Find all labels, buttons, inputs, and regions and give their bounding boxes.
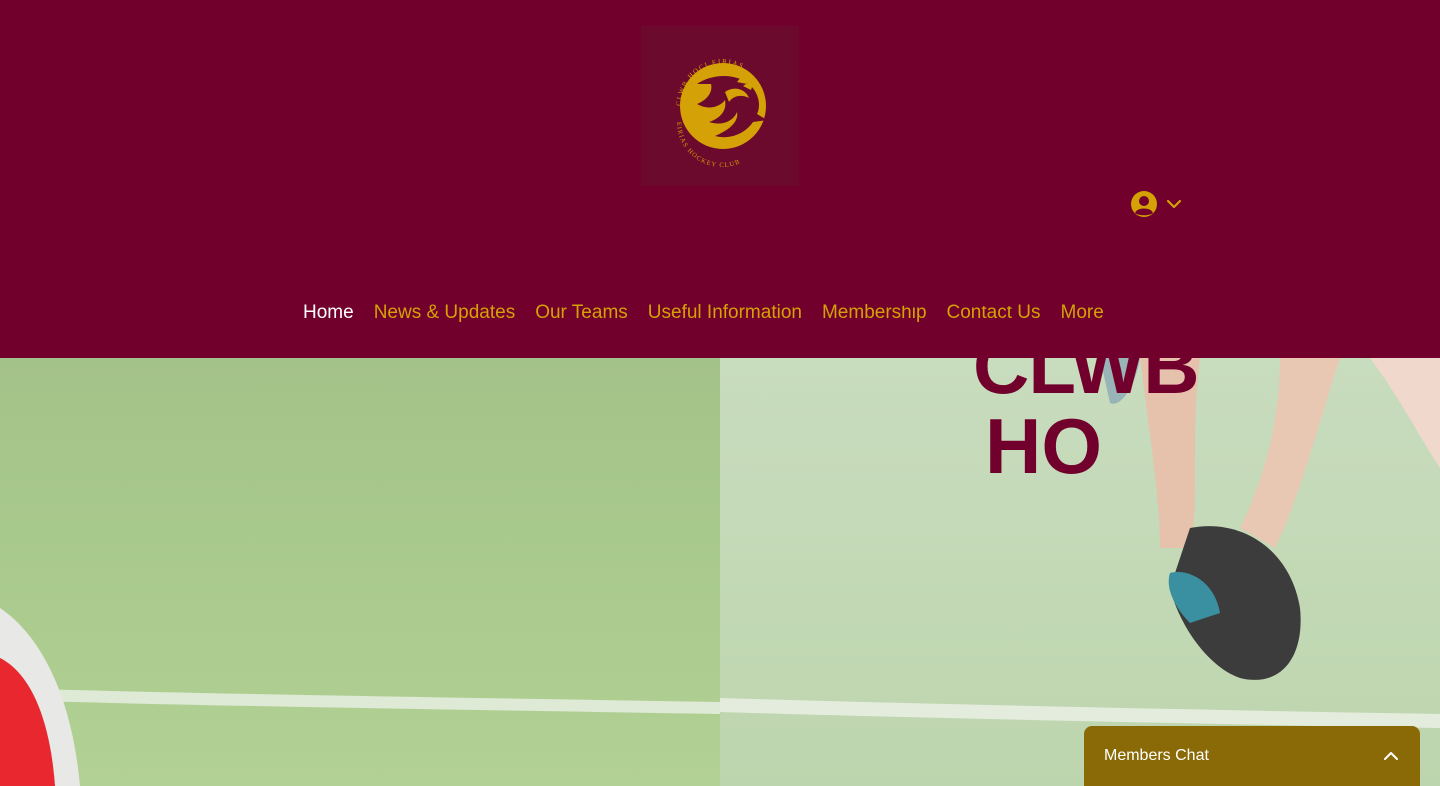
- nav-item-news-updates[interactable]: News & Updates: [364, 296, 526, 330]
- dragon-logo-icon: CLWB HOCI EIRIAS EIRIAS HOCKEY CLUB: [675, 58, 767, 169]
- user-avatar-icon[interactable]: [1130, 190, 1158, 218]
- hockey-pitch-image: [0, 608, 720, 786]
- nav-item-home[interactable]: Home: [293, 296, 364, 330]
- members-chat-widget[interactable]: Members Chat: [1084, 726, 1420, 786]
- hero-section: [0, 358, 1440, 786]
- hero-title-line2: HO: [985, 402, 1102, 490]
- nav-item-our-teams[interactable]: Our Teams: [525, 296, 638, 330]
- hero-title-line1: CLWB: [973, 322, 1200, 410]
- hero-image-left: [0, 358, 720, 786]
- nav-item-useful-information[interactable]: Useful Information: [638, 296, 812, 330]
- login-menu[interactable]: [1130, 190, 1190, 218]
- hero-subtitle: CROESO I / WELCOME TO: [888, 278, 1268, 313]
- chevron-down-icon[interactable]: [1166, 198, 1182, 210]
- chevron-up-icon[interactable]: [1382, 750, 1400, 762]
- members-chat-label: Members Chat: [1104, 747, 1209, 764]
- club-logo[interactable]: CLWB HOCI EIRIAS EIRIAS HOCKEY CLUB: [641, 26, 799, 186]
